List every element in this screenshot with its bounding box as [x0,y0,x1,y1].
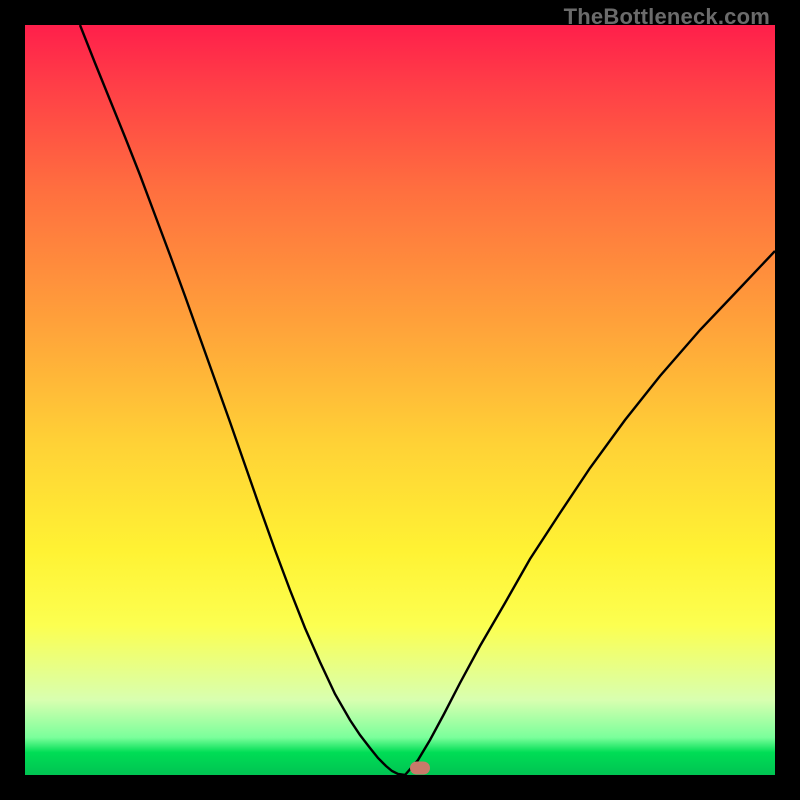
watermark-label: TheBottleneck.com [564,4,770,30]
curve-path [80,25,775,775]
bottleneck-curve [25,25,775,775]
optimal-point-marker [410,762,430,775]
chart-frame: TheBottleneck.com [0,0,800,800]
